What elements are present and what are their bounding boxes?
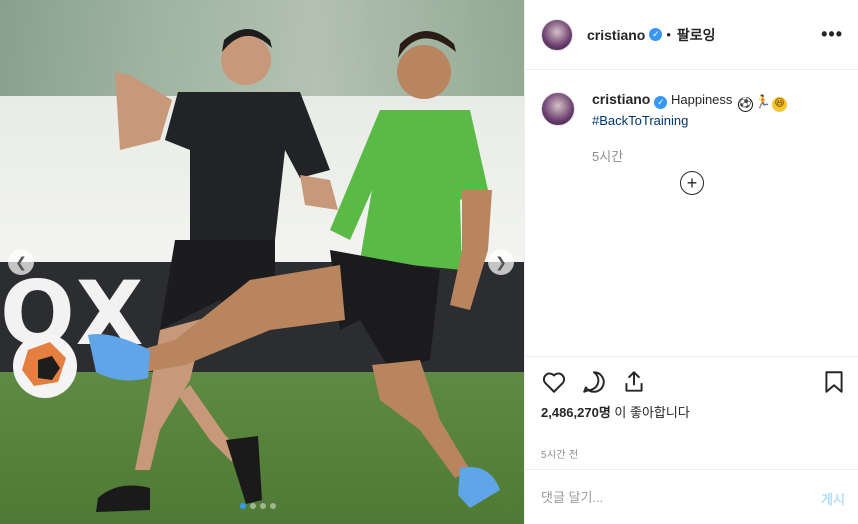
more-options-icon[interactable]: ••• <box>821 24 843 45</box>
chevron-left-icon: ❮ <box>15 253 27 270</box>
verified-badge-icon: ✓ <box>649 28 663 41</box>
share-icon[interactable] <box>621 369 647 395</box>
hashtag-link[interactable]: #BackToTraining <box>592 113 688 128</box>
carousel-dot[interactable] <box>240 503 246 509</box>
carousel-next-button[interactable]: ❯ <box>488 249 514 275</box>
caption-username[interactable]: cristiano <box>592 91 650 107</box>
post-comment-button[interactable]: 게시 <box>821 489 845 508</box>
soccer-ball-emoji-icon: ⚽ <box>738 96 754 112</box>
carousel-dots <box>240 503 276 509</box>
bookmark-icon[interactable] <box>821 369 847 395</box>
post-media[interactable]: OX ❮ ❯ <box>0 0 524 524</box>
like-count-number: 2,486,270명 <box>541 405 611 420</box>
header-username[interactable]: cristiano <box>587 27 645 43</box>
post-timestamp[interactable]: 5시간 전 <box>541 446 578 461</box>
runner-emoji-icon: 🏃 <box>754 94 771 109</box>
avatar[interactable] <box>541 18 573 51</box>
comment-input[interactable] <box>541 487 781 507</box>
carousel-dot[interactable] <box>270 503 276 509</box>
carousel-dot[interactable] <box>260 503 266 509</box>
load-more-comments-button[interactable]: + <box>680 171 704 195</box>
caption-text: cristiano ✓ Happiness ⚽ 🏃 😆 #BackToTraining <box>592 90 841 130</box>
like-count-suffix: 이 좋아합니다 <box>610 405 690 420</box>
players-illustration <box>13 29 500 512</box>
football <box>13 334 77 398</box>
caption-avatar[interactable] <box>541 92 575 126</box>
player-left <box>96 29 338 512</box>
comment-icon[interactable] <box>581 369 607 395</box>
heart-icon[interactable] <box>541 369 567 395</box>
action-bar <box>525 356 858 406</box>
post-side-panel: cristiano ✓ • 팔로잉 ••• cristiano ✓ Happine… <box>524 0 858 524</box>
post-header: cristiano ✓ • 팔로잉 ••• <box>525 0 858 70</box>
chevron-right-icon: ❯ <box>495 253 507 270</box>
caption: cristiano ✓ Happiness ⚽ 🏃 😆 #BackToTraining <box>541 90 841 130</box>
verified-badge-icon: ✓ <box>654 95 668 109</box>
like-count[interactable]: 2,486,270명 이 좋아합니다 <box>541 402 690 421</box>
caption-time: 5시간 <box>592 149 624 164</box>
comment-bar: 게시 <box>525 469 858 524</box>
caption-body: Happiness <box>670 92 733 107</box>
following-button[interactable]: 팔로잉 <box>677 25 716 45</box>
carousel-dot[interactable] <box>250 503 256 509</box>
header-separator: • <box>666 27 671 42</box>
laughing-emoji-icon: 😆 <box>772 96 788 112</box>
plus-icon: + <box>686 173 698 193</box>
carousel-prev-button[interactable]: ❮ <box>8 249 34 275</box>
